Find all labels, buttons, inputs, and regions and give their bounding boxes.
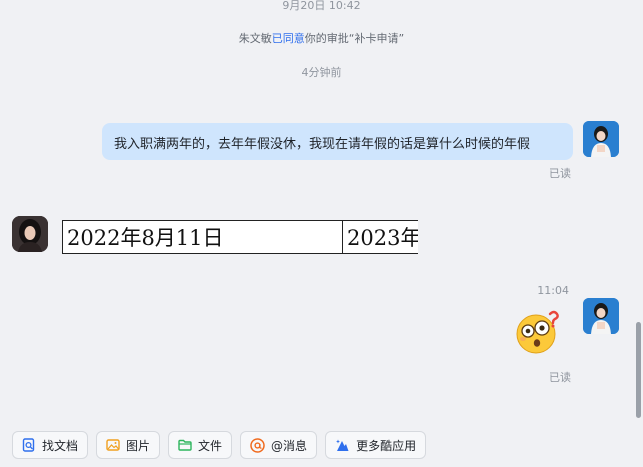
my-message-bubble[interactable]: 我入职满两年的，去年年假没休，我现在请年假的话是算什么时候的年假 <box>102 123 573 160</box>
relative-time: 4分钟前 <box>301 66 342 79</box>
input-toolbar: 找文档 图片 文件 @消息 更多酷应用 <box>12 431 427 459</box>
mention-label: @消息 <box>271 438 308 453</box>
mention-button[interactable]: @消息 <box>240 431 318 459</box>
file-button[interactable]: 文件 <box>168 431 233 459</box>
my-avatar[interactable] <box>583 121 619 157</box>
approval-notice: 朱文敏已同意你的审批“补卡申请” <box>0 30 643 46</box>
image-icon <box>106 439 120 451</box>
more-apps-label: 更多酷应用 <box>356 438 417 453</box>
doc-search-icon <box>22 438 35 452</box>
notice-action[interactable]: 已同意 <box>272 32 305 45</box>
document-image-message[interactable]: 2022年8月11日 2023年 <box>62 220 418 254</box>
confused-face-emoji-icon[interactable] <box>514 308 562 356</box>
avatar-portrait-icon <box>583 121 619 157</box>
chat-scrollbar[interactable] <box>636 322 641 418</box>
cool-apps-icon <box>336 439 349 451</box>
doc-cell-year: 2023年 <box>347 226 418 250</box>
folder-icon <box>178 439 192 451</box>
read-receipt: 已读 <box>549 167 571 180</box>
more-apps-button[interactable]: 更多酷应用 <box>325 431 427 459</box>
find-doc-label: 找文档 <box>42 438 79 453</box>
mention-at-icon <box>250 437 265 453</box>
image-button[interactable]: 图片 <box>96 431 161 459</box>
sender-avatar[interactable] <box>12 216 48 252</box>
message-time: 11:04 <box>537 284 569 297</box>
avatar-portrait-icon <box>12 216 48 252</box>
file-label: 文件 <box>198 438 223 453</box>
doc-cell-divider <box>342 221 343 253</box>
my-avatar[interactable] <box>583 298 619 334</box>
message-timestamp: 9月20日 10:42 <box>282 0 361 12</box>
read-receipt: 已读 <box>549 371 571 384</box>
notice-text: 你的审批“补卡申请” <box>304 32 405 45</box>
image-label: 图片 <box>126 438 151 453</box>
avatar-portrait-icon <box>583 298 619 334</box>
doc-cell-date: 2022年8月11日 <box>67 226 224 250</box>
notice-user: 朱文敏 <box>238 32 272 45</box>
find-doc-button[interactable]: 找文档 <box>12 431 89 459</box>
